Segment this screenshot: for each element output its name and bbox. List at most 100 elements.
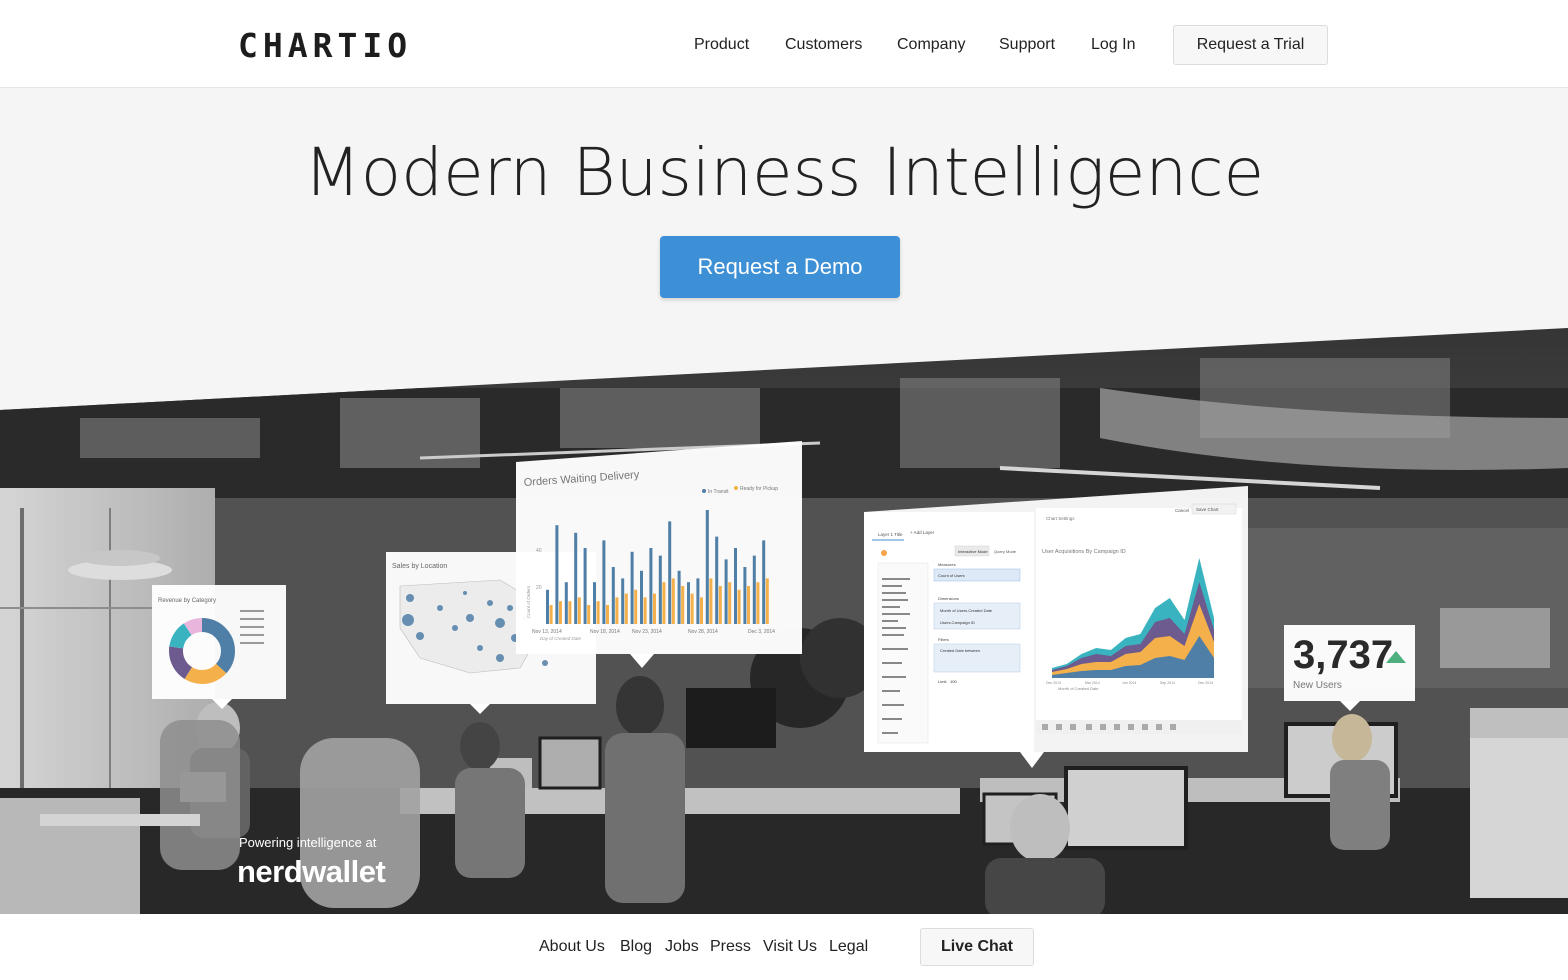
nav-log-in[interactable]: Log In <box>1091 36 1135 54</box>
nav-customers[interactable]: Customers <box>785 36 862 54</box>
request-trial-button[interactable]: Request a Trial <box>1173 25 1328 65</box>
orders-bar-ready <box>577 597 581 624</box>
orders-bar-ready <box>549 605 553 624</box>
orders-bar-ready <box>624 593 628 624</box>
orders-bar-ready <box>681 586 685 624</box>
orders-bar-ready <box>587 605 591 624</box>
builder-chart-settings[interactable]: Chart Settings <box>1046 516 1075 521</box>
orders-bar-ready <box>568 601 572 624</box>
orders-bar-ready <box>728 582 732 624</box>
builder-cancel-button[interactable]: Cancel <box>1175 508 1189 513</box>
nav-product[interactable]: Product <box>694 36 749 54</box>
live-chat-button[interactable]: Live Chat <box>920 928 1034 966</box>
orders-bar-in-transit <box>602 540 606 624</box>
orders-bar-in-transit <box>630 551 634 624</box>
orders-legend-ready: Ready for Pickup <box>740 486 778 492</box>
orders-bar-ready <box>747 586 750 624</box>
builder-tab-add-layer[interactable]: + Add Layer <box>910 530 935 535</box>
orders-bar-in-transit <box>724 559 728 624</box>
orders-xtick-2: Nov 18, 2014 <box>590 629 620 635</box>
builder-xlabel: Month of Created Date <box>1058 686 1099 691</box>
footer-visit-us[interactable]: Visit Us <box>763 938 817 956</box>
builder-xtick-4: Sep 2014 <box>1160 681 1175 685</box>
builder-limit-label: Limit <box>938 679 947 684</box>
powering-label: Powering intelligence at <box>239 835 377 850</box>
builder-tab-layer[interactable]: Layer 1 Title <box>878 532 903 537</box>
new-users-card: 3,737 New Users <box>1284 625 1415 711</box>
builder-query-mode[interactable]: Query Mode <box>994 549 1017 554</box>
orders-bar-in-transit <box>611 567 615 624</box>
orders-bar-in-transit <box>555 525 559 624</box>
orders-bar-ready <box>700 597 703 624</box>
footer-press[interactable]: Press <box>710 938 751 956</box>
orders-bar-in-transit <box>649 548 653 624</box>
orders-card: Orders Waiting Delivery In Transit Ready… <box>516 441 802 668</box>
office-photo: Revenue by Category Sales by Location Or… <box>0 328 1568 914</box>
nav-support[interactable]: Support <box>999 36 1055 54</box>
orders-bar-in-transit <box>658 555 662 624</box>
site-footer: About Us Blog Jobs Press Visit Us Legal … <box>0 914 1568 980</box>
orders-xlabel: Day of Created Date <box>540 636 582 641</box>
builder-dimension-2[interactable]: Users.Campaign ID <box>940 620 975 625</box>
orders-bar-ready <box>606 605 609 624</box>
orders-bar-in-transit <box>762 540 766 624</box>
builder-dimensions-label: Dimensions <box>938 596 959 601</box>
orders-bar-ready <box>756 582 760 624</box>
orders-ytick-40: 40 <box>536 548 542 554</box>
orders-bar-ready <box>690 593 694 624</box>
orders-bar-in-transit <box>640 570 643 624</box>
orders-bar-ready <box>671 578 675 624</box>
orders-xtick-3: Nov 23, 2014 <box>632 629 662 635</box>
builder-dimension-1[interactable]: Month of Users.Created Date <box>940 608 993 613</box>
builder-xtick-3: Jun 2014 <box>1122 681 1136 685</box>
builder-chart-title: User Acquisitions By Campaign ID <box>1042 549 1126 555</box>
orders-xtick-1: Nov 13, 2014 <box>532 629 562 635</box>
revenue-card-title: Revenue by Category <box>158 598 216 604</box>
orders-bar-in-transit <box>546 589 549 624</box>
orders-bar-in-transit <box>583 548 587 624</box>
orders-bar-in-transit <box>564 582 568 624</box>
footer-about-us[interactable]: About Us <box>539 938 605 956</box>
builder-xtick-2: Mar 2014 <box>1085 681 1100 685</box>
revenue-card: Revenue by Category <box>152 585 286 709</box>
orders-bar-in-transit <box>574 532 578 624</box>
orders-legend-in-transit: In Transit <box>708 489 729 495</box>
nerdwallet-logo: nerdwallet <box>237 854 386 889</box>
builder-filters-label: Filters <box>938 637 949 642</box>
builder-measure-value[interactable]: Count of Users <box>938 573 965 578</box>
orders-bar-ready <box>709 578 713 624</box>
orders-bar-ready <box>643 597 647 624</box>
orders-bar-ready <box>596 601 600 624</box>
orders-bar-ready <box>765 578 769 624</box>
orders-bar-ready <box>662 582 666 624</box>
orders-bar-ready <box>615 597 619 624</box>
footer-legal[interactable]: Legal <box>829 938 868 956</box>
builder-interactive-mode[interactable]: Interactive Mode <box>958 549 988 554</box>
builder-limit-value[interactable]: 100 <box>950 679 957 684</box>
orders-bar-in-transit <box>734 548 737 624</box>
new-users-value: 3,737 <box>1293 633 1393 677</box>
orders-bar-in-transit <box>715 536 719 624</box>
chartio-logo[interactable]: CHARTIO <box>238 26 412 65</box>
orders-xtick-5: Dec 3, 2014 <box>748 629 775 635</box>
sales-card-title: Sales by Location <box>392 563 447 570</box>
orders-bar-in-transit <box>743 567 747 624</box>
orders-bar-ready <box>559 601 562 624</box>
footer-jobs[interactable]: Jobs <box>665 938 699 956</box>
builder-filter-value[interactable]: Created Date between <box>940 648 980 653</box>
nav-company[interactable]: Company <box>897 36 965 54</box>
orders-bar-in-transit <box>705 510 709 624</box>
orders-bar-in-transit <box>668 521 672 624</box>
hero-section: Modern Business Intelligence Request a D… <box>0 88 1568 914</box>
builder-measures-label: Measures <box>938 562 956 567</box>
orders-bar-ready <box>737 589 741 624</box>
orders-bar-in-transit <box>696 578 700 624</box>
orders-bar-ready <box>718 586 722 624</box>
builder-save-button[interactable]: Save Chart <box>1196 507 1219 512</box>
orders-bar-ready <box>653 593 656 624</box>
new-users-label: New Users <box>1293 680 1342 691</box>
footer-blog[interactable]: Blog <box>620 938 652 956</box>
chart-builder-card: Layer 1 Title + Add Layer Interactive Mo… <box>864 486 1248 768</box>
orders-bar-in-transit <box>677 570 681 624</box>
site-header: CHARTIO Product Customers Company Suppor… <box>0 0 1568 88</box>
